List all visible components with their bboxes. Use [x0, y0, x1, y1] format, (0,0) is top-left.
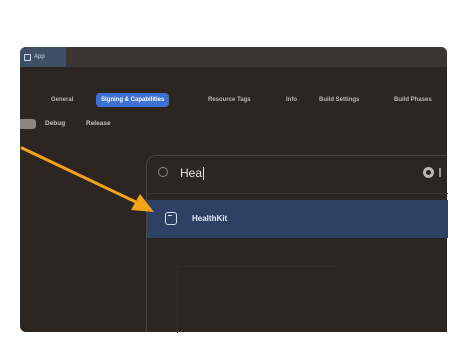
app-icon — [24, 53, 31, 61]
tab-build-phases[interactable]: Build Phases — [394, 93, 432, 107]
details-area — [177, 266, 338, 333]
capability-library-popup: Hea HealthKit — [146, 155, 448, 333]
text-caret — [203, 167, 205, 181]
search-icon — [158, 167, 168, 177]
tab-bar: App — [20, 47, 447, 67]
healthkit-doc-icon — [165, 212, 177, 225]
editor-tabs: General Signing & Capabilities Resource … — [20, 93, 447, 107]
capability-result-label: HealthKit — [192, 214, 228, 223]
tab-general[interactable]: General — [51, 93, 73, 107]
capability-result-healthkit[interactable]: HealthKit — [147, 200, 448, 238]
tab-app-label: App — [34, 54, 45, 60]
tab-signing-capabilities[interactable]: Signing & Capabilities — [96, 93, 170, 107]
clear-search-icon[interactable] — [423, 167, 434, 178]
capability-search-row: Hea — [147, 156, 448, 192]
config-release[interactable]: Release — [86, 118, 111, 130]
configuration-bar: Debug Release — [20, 118, 220, 130]
search-divider — [439, 168, 441, 177]
search-value: Hea — [180, 166, 203, 180]
tab-app[interactable]: App — [20, 47, 66, 67]
separator — [147, 193, 448, 194]
config-debug[interactable]: Debug — [45, 118, 65, 130]
capability-search-input[interactable]: Hea — [180, 165, 205, 181]
tab-build-settings[interactable]: Build Settings — [319, 93, 359, 107]
tab-info[interactable]: Info — [286, 93, 297, 107]
tab-resource-tags[interactable]: Resource Tags — [208, 93, 251, 107]
config-all-segment[interactable] — [20, 119, 36, 129]
